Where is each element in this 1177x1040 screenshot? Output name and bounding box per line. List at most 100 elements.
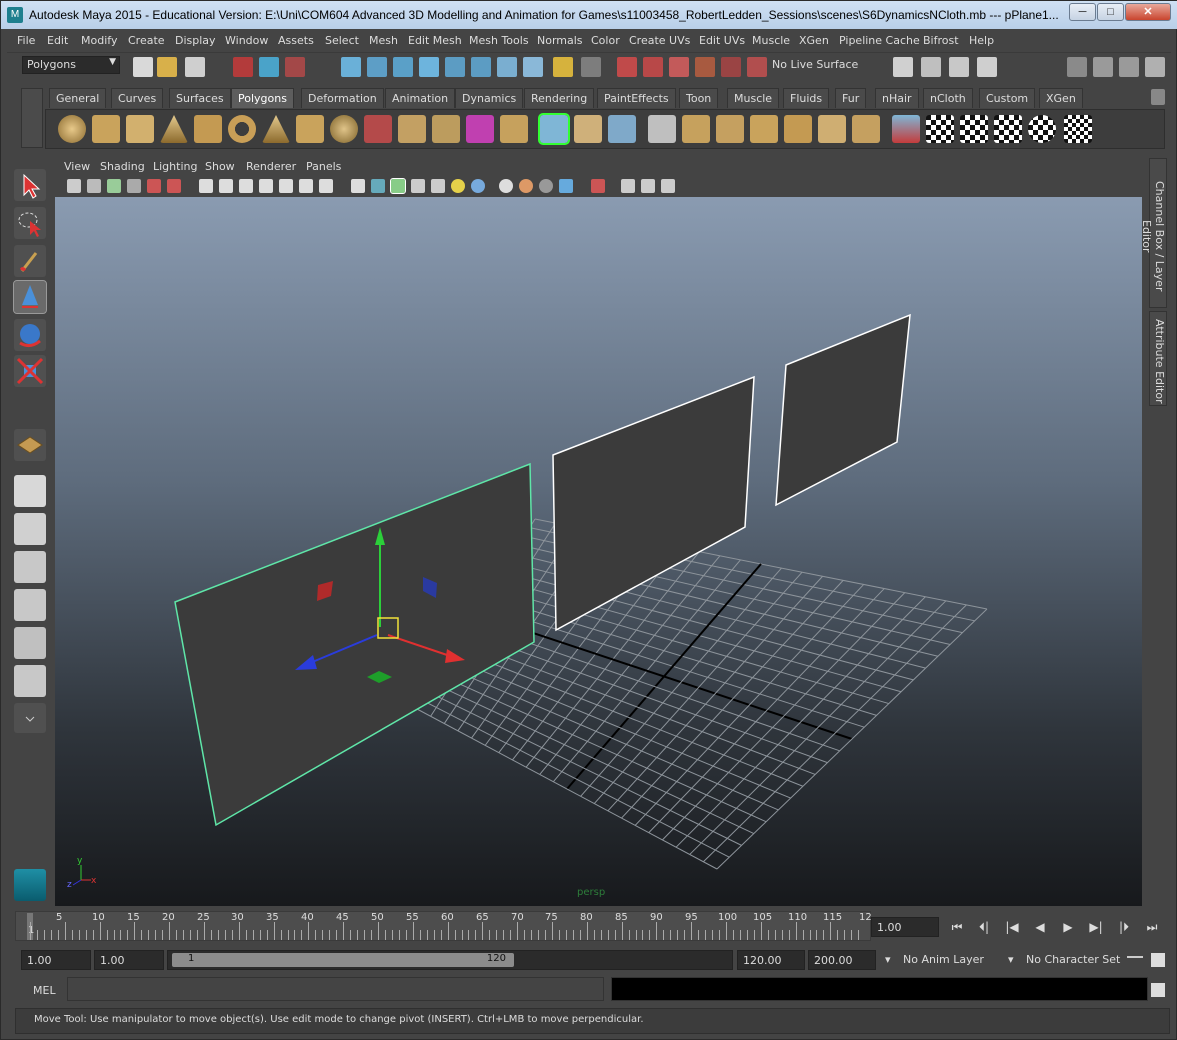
select-by-hierarchy-icon[interactable] [233, 57, 253, 77]
command-line-input[interactable] [67, 977, 604, 1001]
menu-select[interactable]: Select [325, 34, 359, 47]
shelf-tab-ncloth[interactable]: nCloth [923, 88, 973, 108]
poly-pipe-icon[interactable] [296, 115, 324, 143]
camera-attributes-icon[interactable] [87, 179, 101, 193]
use-all-lights-icon[interactable] [431, 179, 445, 193]
motion-blur-icon[interactable] [499, 179, 513, 193]
channel-box-layer-editor-tab[interactable]: Channel Box / Layer Editor [1140, 158, 1167, 308]
menu-edit-mesh[interactable]: Edit Mesh [408, 34, 462, 47]
menu-display[interactable]: Display [175, 34, 216, 47]
step-back-frame-button[interactable]: ⏴| [973, 917, 995, 937]
minimize-button[interactable]: ─ [1069, 3, 1096, 21]
key-icon[interactable] [1127, 956, 1143, 964]
selection-mask-icon[interactable] [581, 57, 601, 77]
shelf-tab-muscle[interactable]: Muscle [727, 88, 780, 108]
step-forward-frame-button[interactable]: |⏵ [1113, 917, 1135, 937]
step-back-key-button[interactable]: |◀ [1001, 917, 1023, 937]
render-sequence-icon[interactable] [949, 57, 969, 77]
panel-menu-view[interactable]: View [64, 160, 90, 173]
shelf-tab-polygons[interactable]: Polygons [231, 88, 294, 108]
smooth-shade-icon[interactable] [371, 179, 385, 193]
range-slider-handle[interactable]: 1 120 [172, 953, 514, 967]
animation-start-field[interactable]: 1.00 [21, 950, 91, 970]
last-tool-used-icon[interactable] [14, 429, 46, 461]
menu-mesh[interactable]: Mesh [369, 34, 398, 47]
extrude-icon[interactable] [538, 113, 570, 145]
persp-graph-layout-icon[interactable] [14, 589, 46, 621]
range-slider[interactable]: 1 120 [167, 950, 733, 970]
anim-layer-chevron-icon[interactable]: ▾ [881, 950, 901, 970]
menu-file[interactable]: File [17, 34, 35, 47]
shelf-tab-xgen[interactable]: XGen [1039, 88, 1083, 108]
time-slider[interactable]: 1 5 10 15 20 25 30 35 40 45 50 55 60 65 … [15, 911, 872, 941]
select-tool-icon[interactable] [14, 169, 46, 201]
anti-aliasing-icon[interactable] [519, 179, 533, 193]
panel-menu-renderer[interactable]: Renderer [246, 160, 296, 173]
select-by-object-icon[interactable] [259, 57, 279, 77]
isolate-select-icon[interactable] [559, 179, 573, 193]
history-icon[interactable] [471, 57, 491, 77]
textured-icon[interactable] [411, 179, 425, 193]
split-polygon-icon[interactable] [784, 115, 812, 143]
select-camera-icon[interactable] [67, 179, 81, 193]
shelf-tab-general[interactable]: General [49, 88, 107, 108]
hypershade-icon[interactable] [695, 57, 715, 77]
bridge-icon[interactable] [574, 115, 602, 143]
channel-box-toggle-icon[interactable] [1145, 57, 1165, 77]
input-ops-icon[interactable] [497, 57, 517, 77]
wireframe-icon[interactable] [351, 179, 365, 193]
extract-icon[interactable] [432, 115, 460, 143]
menu-color[interactable]: Color [591, 34, 620, 47]
animation-end-field[interactable]: 200.00 [808, 950, 876, 970]
save-scene-icon[interactable] [185, 57, 205, 77]
menu-normals[interactable]: Normals [537, 34, 583, 47]
poly-sphere-icon[interactable] [58, 115, 86, 143]
single-perspective-layout-icon[interactable] [14, 475, 46, 507]
grid-icon[interactable] [199, 179, 213, 193]
snap-to-view-plane-icon[interactable] [419, 57, 439, 77]
grease-pencil-icon[interactable] [167, 179, 181, 193]
batch-render-icon[interactable] [977, 57, 997, 77]
open-scene-icon[interactable] [157, 57, 177, 77]
panel-menu-shading[interactable]: Shading [100, 160, 145, 173]
shelf-tab-dynamics[interactable]: Dynamics [455, 88, 524, 108]
shelf-tab-painteffects[interactable]: PaintEffects [597, 88, 676, 108]
safe-title-icon[interactable] [319, 179, 333, 193]
resolution-gate-icon[interactable] [239, 179, 253, 193]
shelf-tab-toon[interactable]: Toon [679, 88, 719, 108]
character-set-chevron-icon[interactable]: ▾ [1004, 950, 1024, 970]
command-language-label[interactable]: MEL [33, 984, 56, 997]
panel-menu-lighting[interactable]: Lighting [153, 160, 197, 173]
spherical-mapping-icon[interactable] [960, 115, 988, 143]
attribute-editor-tab[interactable]: Attribute Editor [1149, 311, 1167, 406]
snap-to-curve-icon[interactable] [367, 57, 387, 77]
current-frame-field[interactable]: 1.00 [871, 917, 939, 937]
clapper-icon[interactable] [921, 57, 941, 77]
depth-of-field-icon[interactable] [539, 179, 553, 193]
screen-space-ao-icon[interactable] [471, 179, 485, 193]
shelf-tab-surfaces[interactable]: Surfaces [169, 88, 231, 108]
mirror-geometry-icon[interactable] [500, 115, 528, 143]
menu-edit[interactable]: Edit [47, 34, 68, 47]
menu-bifrost[interactable]: Bifrost [923, 34, 959, 47]
menu-edit-uvs[interactable]: Edit UVs [699, 34, 745, 47]
poly-soccer-ball-icon[interactable] [330, 115, 358, 143]
menu-help[interactable]: Help [969, 34, 994, 47]
play-forwards-button[interactable]: ▶ [1057, 917, 1079, 937]
bookmarks-icon[interactable] [107, 179, 121, 193]
menu-mesh-tools[interactable]: Mesh Tools [469, 34, 529, 47]
menu-pipeline-cache[interactable]: Pipeline Cache [839, 34, 920, 47]
snap-to-point-icon[interactable] [393, 57, 413, 77]
shelf-tab-deformation[interactable]: Deformation [301, 88, 384, 108]
poly-plane-icon[interactable] [194, 115, 222, 143]
rotate-tool-icon[interactable] [14, 319, 46, 351]
safe-action-icon[interactable] [299, 179, 313, 193]
four-view-layout-icon[interactable] [14, 513, 46, 545]
menu-modify[interactable]: Modify [81, 34, 117, 47]
wireframe-on-shaded-icon[interactable] [390, 178, 406, 194]
fill-hole-icon[interactable] [648, 115, 676, 143]
shelf-tab-fluids[interactable]: Fluids [783, 88, 830, 108]
xray-joints-icon[interactable] [621, 179, 635, 193]
maximize-button[interactable]: □ [1097, 3, 1124, 21]
render-view-icon[interactable] [721, 57, 741, 77]
